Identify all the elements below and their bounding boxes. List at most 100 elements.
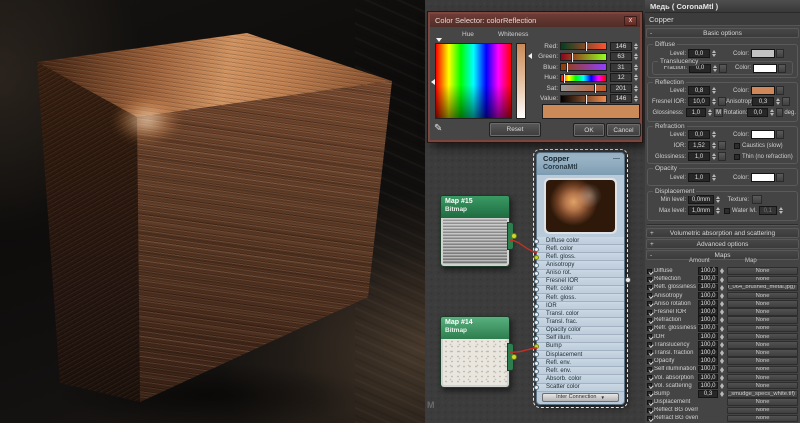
- slot-socket-icon[interactable]: [534, 279, 539, 284]
- material-name-field[interactable]: Copper: [645, 13, 800, 26]
- node-map15[interactable]: Map #15 Bitmap: [440, 195, 510, 267]
- spinner-down-icon[interactable]: [634, 68, 638, 71]
- spinner-arrows[interactable]: [715, 206, 721, 215]
- spinner-arrows[interactable]: [633, 84, 639, 93]
- rollout-advanced[interactable]: + Advanced options: [646, 239, 799, 249]
- whiteness-strip[interactable]: [516, 43, 526, 119]
- map-button[interactable]: None: [727, 292, 798, 300]
- map-amount-field[interactable]: 100,0: [698, 374, 718, 382]
- slider-handle[interactable]: [585, 95, 587, 104]
- opacity-level-field[interactable]: 1,0: [688, 173, 710, 182]
- diffuse-level-field[interactable]: 0,0: [688, 49, 710, 58]
- minimize-icon[interactable]: —: [613, 155, 620, 162]
- node-input-slot[interactable]: Refr. gloss.: [537, 294, 624, 302]
- reset-button[interactable]: Reset: [490, 123, 540, 136]
- map-enable-checkbox[interactable]: [647, 408, 652, 413]
- slider-handle[interactable]: [585, 42, 587, 51]
- slider-track[interactable]: [560, 53, 607, 61]
- map-enable-checkbox[interactable]: [647, 293, 652, 298]
- cancel-button[interactable]: Cancel: [607, 124, 640, 136]
- rotation-field[interactable]: 0,0: [747, 108, 768, 117]
- close-icon[interactable]: x: [624, 16, 637, 26]
- diffuse-color-map-button[interactable]: [776, 49, 784, 58]
- ok-button[interactable]: OK: [574, 124, 604, 136]
- spinner-arrows[interactable]: [769, 108, 775, 117]
- slot-socket-icon[interactable]: [534, 271, 539, 276]
- spinner-arrows[interactable]: [719, 308, 725, 316]
- ior-map-button[interactable]: [718, 141, 726, 150]
- spinner-arrows[interactable]: [719, 284, 725, 292]
- node-input-slot[interactable]: Aniso rot.: [537, 270, 624, 278]
- node-output-socket[interactable]: [511, 233, 517, 239]
- spinner-arrows[interactable]: [719, 325, 725, 333]
- translucency-color-swatch[interactable]: [753, 64, 777, 73]
- slider-track[interactable]: [560, 84, 607, 92]
- map-button[interactable]: None: [727, 267, 798, 275]
- node-map15-header[interactable]: Map #15 Bitmap: [441, 196, 509, 218]
- spinner-down-icon[interactable]: [634, 78, 638, 81]
- spinner-arrows[interactable]: [719, 357, 725, 365]
- map-enable-checkbox[interactable]: [647, 367, 652, 372]
- node-map14[interactable]: Map #14 Bitmap: [440, 316, 510, 388]
- reflection-level-field[interactable]: 0,8: [688, 86, 710, 95]
- slot-socket-icon[interactable]: [534, 328, 539, 333]
- spinner-arrows[interactable]: [711, 141, 717, 150]
- map-button[interactable]: None: [727, 308, 798, 316]
- map-amount-field[interactable]: 100,0: [698, 382, 718, 390]
- node-input-slot[interactable]: Opacity color: [537, 327, 624, 335]
- map-enable-checkbox[interactable]: [647, 285, 652, 290]
- anisotropy-field[interactable]: 0,3: [752, 97, 774, 106]
- glossiness-field[interactable]: 1,0: [686, 108, 707, 117]
- map-enable-checkbox[interactable]: [647, 375, 652, 380]
- map-button[interactable]: None: [727, 357, 798, 365]
- slider-track[interactable]: [560, 63, 607, 71]
- translucency-color-map-button[interactable]: [778, 64, 786, 73]
- rotation-map-button[interactable]: [776, 108, 784, 117]
- map-enable-checkbox[interactable]: [647, 269, 652, 274]
- slider-track[interactable]: [560, 74, 607, 82]
- map-button[interactable]: None: [727, 333, 798, 341]
- map-enable-checkbox[interactable]: [647, 326, 652, 331]
- spinner-arrows[interactable]: [633, 42, 639, 51]
- map-amount-field[interactable]: 100,0: [698, 357, 718, 365]
- slider-value-field[interactable]: 12: [610, 73, 632, 82]
- node-input-slot[interactable]: Self illum.: [537, 335, 624, 343]
- slot-socket-icon[interactable]: [534, 336, 539, 341]
- refr-glossiness-field[interactable]: 1,0: [688, 152, 710, 161]
- map-amount-field[interactable]: 100,0: [698, 325, 718, 333]
- spinner-arrows[interactable]: [719, 374, 725, 382]
- map-enable-checkbox[interactable]: [647, 310, 652, 315]
- slider-value-field[interactable]: 146: [610, 42, 632, 51]
- map-amount-field[interactable]: 100,0: [698, 341, 718, 349]
- spinner-arrows[interactable]: [711, 152, 717, 161]
- node-input-slot[interactable]: Absorb. color: [537, 375, 624, 383]
- map-enable-checkbox[interactable]: [647, 416, 652, 421]
- spinner-arrows[interactable]: [719, 300, 725, 308]
- spinner-down-icon[interactable]: [634, 89, 638, 92]
- spinner-arrows[interactable]: [775, 97, 781, 106]
- opacity-color-map-button[interactable]: [776, 173, 784, 182]
- slot-socket-icon[interactable]: [534, 385, 539, 390]
- spinner-arrows[interactable]: [719, 382, 725, 390]
- map-amount-field[interactable]: 100,0: [698, 349, 718, 357]
- spinner-up-icon[interactable]: [634, 53, 638, 56]
- glossiness-map-button[interactable]: M: [714, 108, 723, 117]
- slider-value-field[interactable]: 63: [610, 52, 632, 61]
- fresnel-ior-field[interactable]: 10,0: [688, 97, 710, 106]
- node-input-slot[interactable]: Refl. color: [537, 245, 624, 253]
- slider-value-field[interactable]: 31: [610, 63, 632, 72]
- slot-socket-icon[interactable]: [534, 344, 539, 349]
- slot-socket-icon[interactable]: [534, 320, 539, 325]
- spinner-down-icon[interactable]: [634, 99, 638, 102]
- map-amount-field[interactable]: 100,0: [698, 267, 718, 275]
- slider-handle[interactable]: [571, 53, 573, 62]
- slider-track[interactable]: [560, 42, 607, 50]
- node-copper-header[interactable]: Copper CoronaMtl —: [537, 153, 624, 175]
- map-enable-checkbox[interactable]: [647, 318, 652, 323]
- slider-handle[interactable]: [566, 63, 568, 72]
- map-button[interactable]: None: [727, 374, 798, 382]
- spinner-arrows[interactable]: [719, 333, 725, 341]
- node-input-slot[interactable]: Bump: [537, 343, 624, 351]
- map-amount-field[interactable]: 100,0: [698, 292, 718, 300]
- slot-socket-icon[interactable]: [534, 361, 539, 366]
